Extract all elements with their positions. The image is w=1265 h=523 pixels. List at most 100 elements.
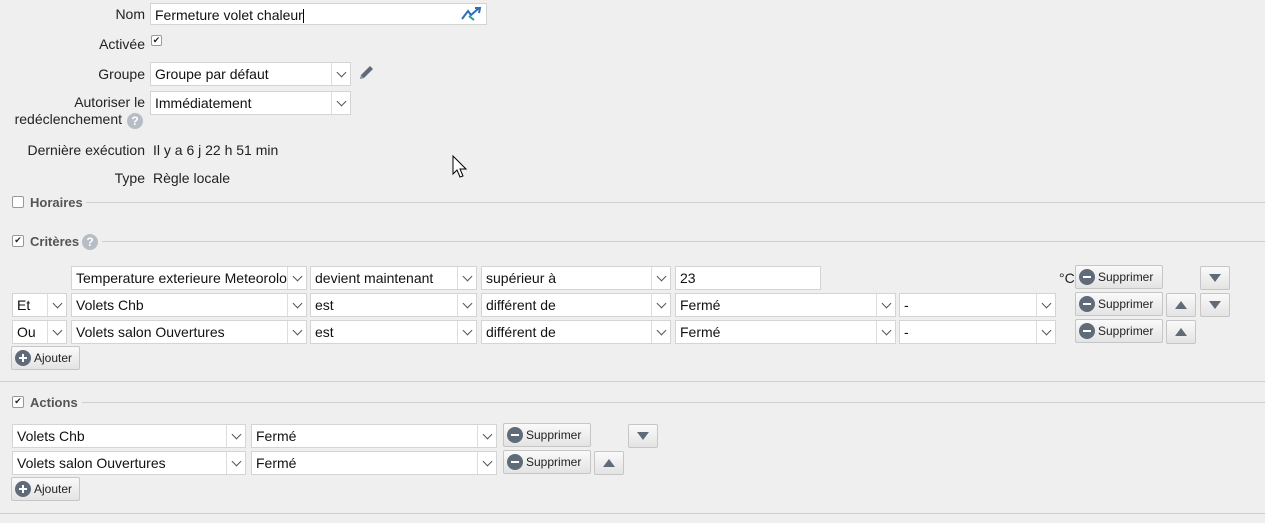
chevron-down-icon [287, 321, 306, 343]
add-action-button[interactable]: Ajouter [11, 477, 80, 501]
criteria-extra-value: - [904, 297, 909, 313]
chevron-down-icon [477, 425, 496, 447]
move-down-button[interactable] [1200, 293, 1230, 317]
criteria-verb-value: est [315, 324, 334, 340]
criteria-operator-select[interactable]: supérieur à [481, 266, 671, 290]
add-label: Ajouter [34, 482, 73, 496]
criteria-checkbox[interactable] [12, 235, 24, 247]
criteria-device-select[interactable]: Volets Chb [71, 293, 307, 317]
mouse-cursor-icon [452, 154, 468, 182]
delete-button[interactable]: Supprimer [1075, 319, 1163, 343]
chevron-down-icon [1036, 294, 1055, 316]
logic-select[interactable]: Et [12, 293, 67, 317]
criteria-value-text: Fermé [680, 297, 721, 313]
name-value: Fermeture volet chaleur [155, 7, 303, 23]
pencil-icon[interactable] [357, 64, 377, 85]
chevron-down-icon [651, 321, 670, 343]
group-value: Groupe par défaut [155, 66, 269, 82]
criteria-extra-select[interactable]: - [899, 293, 1056, 317]
criteria-value-text: Fermé [680, 324, 721, 340]
action-value-select[interactable]: Fermé [251, 451, 497, 475]
criteria-device-value: Volets salon Ouvertures [76, 324, 225, 340]
schedules-checkbox[interactable] [12, 196, 24, 208]
action-value-select[interactable]: Fermé [251, 424, 497, 448]
move-up-button[interactable] [594, 451, 624, 475]
type-label: Type [114, 170, 145, 186]
enabled-checkbox[interactable] [151, 35, 162, 46]
criteria-extra-select[interactable]: - [899, 320, 1056, 344]
move-up-button[interactable] [1166, 293, 1196, 317]
name-input[interactable]: Fermeture volet chaleur [150, 3, 487, 25]
criteria-value-text: 23 [680, 270, 696, 286]
criteria-value-select[interactable]: Fermé [675, 320, 896, 344]
delete-button[interactable]: Supprimer [1075, 265, 1163, 289]
last-run-value: Il y a 6 j 22 h 51 min [153, 142, 279, 158]
logic-select[interactable]: Ou [12, 320, 67, 344]
chevron-down-icon [331, 63, 350, 85]
criteria-operator-value: différent de [486, 297, 556, 313]
action-value-text: Fermé [256, 455, 297, 471]
criteria-operator-select[interactable]: différent de [481, 293, 671, 317]
chevron-down-icon [457, 267, 476, 289]
criteria-device-value: Volets Chb [76, 297, 144, 313]
retrigger-select[interactable]: Immédiatement [150, 91, 351, 115]
criteria-operator-select[interactable]: différent de [481, 320, 671, 344]
chevron-down-icon [876, 321, 895, 343]
action-device-select[interactable]: Volets salon Ouvertures [12, 451, 246, 475]
criteria-extra-value: - [904, 324, 909, 340]
criteria-verb-select[interactable]: est [310, 293, 477, 317]
minus-circle-icon [1079, 296, 1095, 312]
enabled-label: Activée [99, 36, 145, 52]
criteria-device-select[interactable]: Temperature exterieure Meteorolog [71, 266, 307, 290]
delete-label: Supprimer [526, 455, 582, 469]
chevron-down-icon [651, 267, 670, 289]
delete-label: Supprimer [1098, 270, 1154, 284]
chevron-down-icon [331, 92, 350, 114]
retrigger-label-1: Autoriser le [74, 94, 145, 110]
plus-circle-icon [15, 350, 31, 366]
criteria-title: Critères [30, 234, 80, 249]
schedules-title: Horaires [30, 195, 83, 210]
divider [0, 513, 1265, 514]
chevron-down-icon [876, 294, 895, 316]
retrigger-label-2: redéclenchement [14, 111, 122, 127]
move-down-button[interactable] [628, 424, 658, 448]
plus-circle-icon [15, 481, 31, 497]
action-device-select[interactable]: Volets Chb [12, 424, 246, 448]
last-run-label: Dernière exécution [27, 142, 145, 158]
translate-icon[interactable] [460, 5, 482, 24]
move-up-button[interactable] [1166, 320, 1196, 344]
group-label: Groupe [98, 66, 145, 82]
divider [0, 381, 1265, 382]
arrow-up-icon [1175, 328, 1187, 336]
add-criteria-button[interactable]: Ajouter [11, 346, 80, 370]
criteria-operator-value: différent de [486, 324, 556, 340]
delete-button[interactable]: Supprimer [1075, 292, 1163, 316]
action-value-text: Fermé [256, 428, 297, 444]
criteria-value-input[interactable]: 23 [675, 266, 821, 290]
arrow-down-icon [1209, 301, 1221, 309]
minus-circle-icon [507, 427, 523, 443]
delete-button[interactable]: Supprimer [503, 423, 591, 447]
criteria-device-select[interactable]: Volets salon Ouvertures [71, 320, 307, 344]
chevron-down-icon [47, 321, 66, 343]
actions-title: Actions [30, 395, 78, 410]
chevron-down-icon [1036, 321, 1055, 343]
group-select[interactable]: Groupe par défaut [150, 62, 351, 86]
minus-circle-icon [1079, 269, 1095, 285]
criteria-value-select[interactable]: Fermé [675, 293, 896, 317]
criteria-operator-value: supérieur à [486, 270, 557, 286]
move-down-button[interactable] [1200, 266, 1230, 290]
chevron-down-icon [226, 452, 245, 474]
chevron-down-icon [457, 321, 476, 343]
help-icon[interactable]: ? [82, 234, 98, 250]
logic-value: Et [17, 297, 31, 313]
criteria-verb-value: devient maintenant [315, 270, 434, 286]
retrigger-value: Immédiatement [155, 95, 252, 111]
delete-button[interactable]: Supprimer [503, 450, 591, 474]
type-value: Règle locale [153, 170, 231, 186]
criteria-verb-select[interactable]: est [310, 320, 477, 344]
criteria-verb-select[interactable]: devient maintenant [310, 266, 477, 290]
actions-checkbox[interactable] [12, 396, 24, 408]
help-icon[interactable]: ? [127, 113, 143, 129]
